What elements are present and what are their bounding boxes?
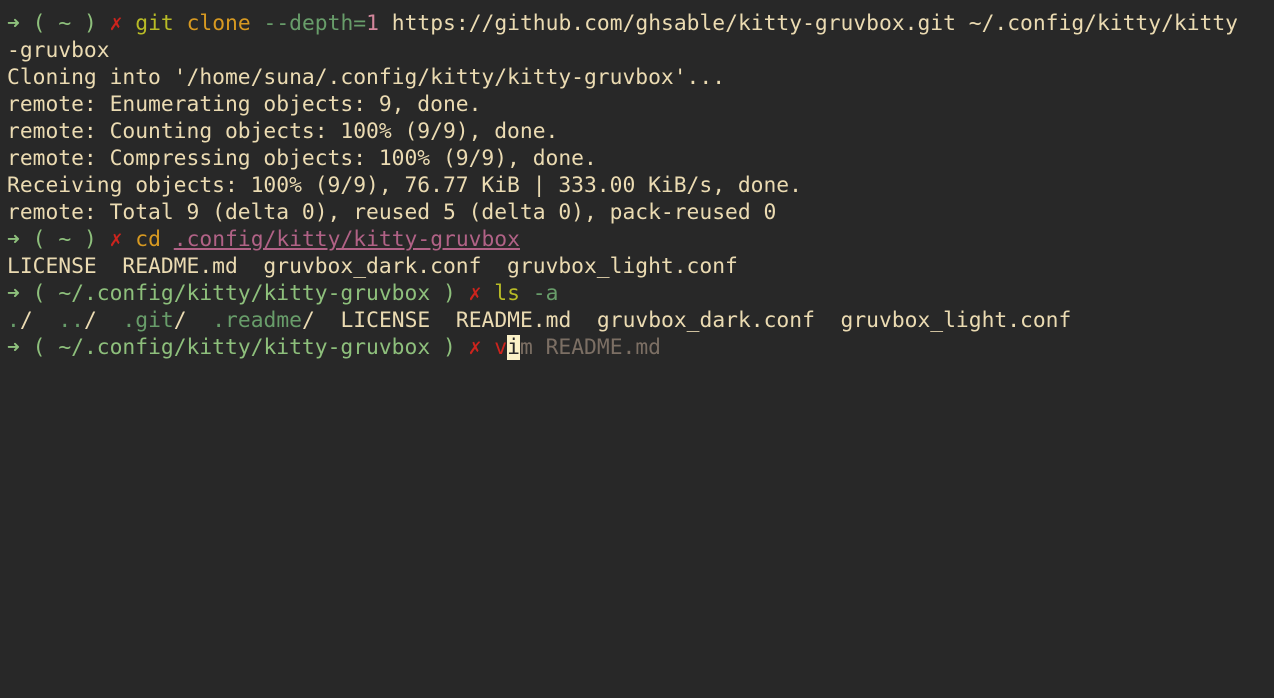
prompt-status-icon: ✗ bbox=[468, 281, 482, 306]
prompt-status-icon: ✗ bbox=[468, 335, 482, 360]
output-line-total: remote: Total 9 (delta 0), reused 5 (del… bbox=[7, 200, 777, 225]
dir-entry: .git bbox=[122, 308, 174, 333]
command-name: cd bbox=[135, 227, 161, 252]
terminal-line-git-clone: ➜ ( ~ ) ✗ git clone --depth=1 https://gi… bbox=[7, 11, 1239, 36]
command-name: ls bbox=[494, 281, 520, 306]
output-line-enumerating: remote: Enumerating objects: 9, done. bbox=[7, 92, 482, 117]
prompt-cwd: ~/.config/kitty/kitty-gruvbox bbox=[58, 335, 431, 360]
prompt-arrow-icon: ➜ bbox=[7, 335, 20, 360]
text-cursor[interactable]: i bbox=[507, 335, 520, 360]
command-path-argument: .config/kitty/kitty-gruvbox bbox=[173, 227, 520, 252]
prompt-status-icon: ✗ bbox=[109, 11, 123, 36]
terminal-line-cd: ➜ ( ~ ) ✗ cd .config/kitty/kitty-gruvbox bbox=[7, 227, 520, 252]
command-option: -a bbox=[532, 281, 559, 306]
prompt-status-icon: ✗ bbox=[109, 227, 123, 252]
output-line-ls: LICENSE README.md gruvbox_dark.conf gruv… bbox=[7, 254, 738, 279]
dir-entry: .readme bbox=[212, 308, 302, 333]
prompt-arrow-icon: ➜ bbox=[7, 227, 20, 252]
command-option-value: 1 bbox=[366, 11, 379, 36]
prompt-cwd: ~ bbox=[58, 11, 72, 36]
output-line-counting: remote: Counting objects: 100% (9/9), do… bbox=[7, 119, 559, 144]
dir-entry: . bbox=[7, 308, 20, 333]
command-subcommand: clone bbox=[186, 11, 251, 36]
terminal-line-current-prompt[interactable]: ➜ ( ~/.config/kitty/kitty-gruvbox ) ✗ vi… bbox=[7, 334, 661, 361]
autosuggestion: m README.md bbox=[519, 335, 661, 360]
output-line-ls-a: ./ ../ .git/ .readme/ LICENSE README.md … bbox=[7, 308, 1072, 333]
prompt-arrow-icon: ➜ bbox=[7, 281, 20, 306]
terminal-window[interactable]: ➜ ( ~ ) ✗ git clone --depth=1 https://gi… bbox=[0, 0, 1274, 698]
terminal-line-wrap: -gruvbox bbox=[7, 38, 110, 63]
prompt-cwd: ~ bbox=[58, 227, 72, 252]
file-entries: LICENSE README.md gruvbox_dark.conf gruv… bbox=[340, 308, 1072, 333]
command-name: git bbox=[135, 11, 174, 36]
prompt-cwd: ~/.config/kitty/kitty-gruvbox bbox=[58, 281, 431, 306]
output-line-receiving: Receiving objects: 100% (9/9), 76.77 KiB… bbox=[7, 173, 802, 198]
command-option: --depth bbox=[263, 11, 354, 36]
typed-input[interactable]: v bbox=[494, 335, 507, 360]
output-line-cloning: Cloning into '/home/suna/.config/kitty/k… bbox=[7, 65, 726, 90]
dir-entry: .. bbox=[58, 308, 84, 333]
command-arguments: https://github.com/ghsable/kitty-gruvbox… bbox=[391, 11, 1239, 36]
terminal-line-ls-a: ➜ ( ~/.config/kitty/kitty-gruvbox ) ✗ ls… bbox=[7, 281, 559, 306]
output-line-compressing: remote: Compressing objects: 100% (9/9),… bbox=[7, 146, 597, 171]
prompt-arrow-icon: ➜ bbox=[7, 11, 20, 36]
